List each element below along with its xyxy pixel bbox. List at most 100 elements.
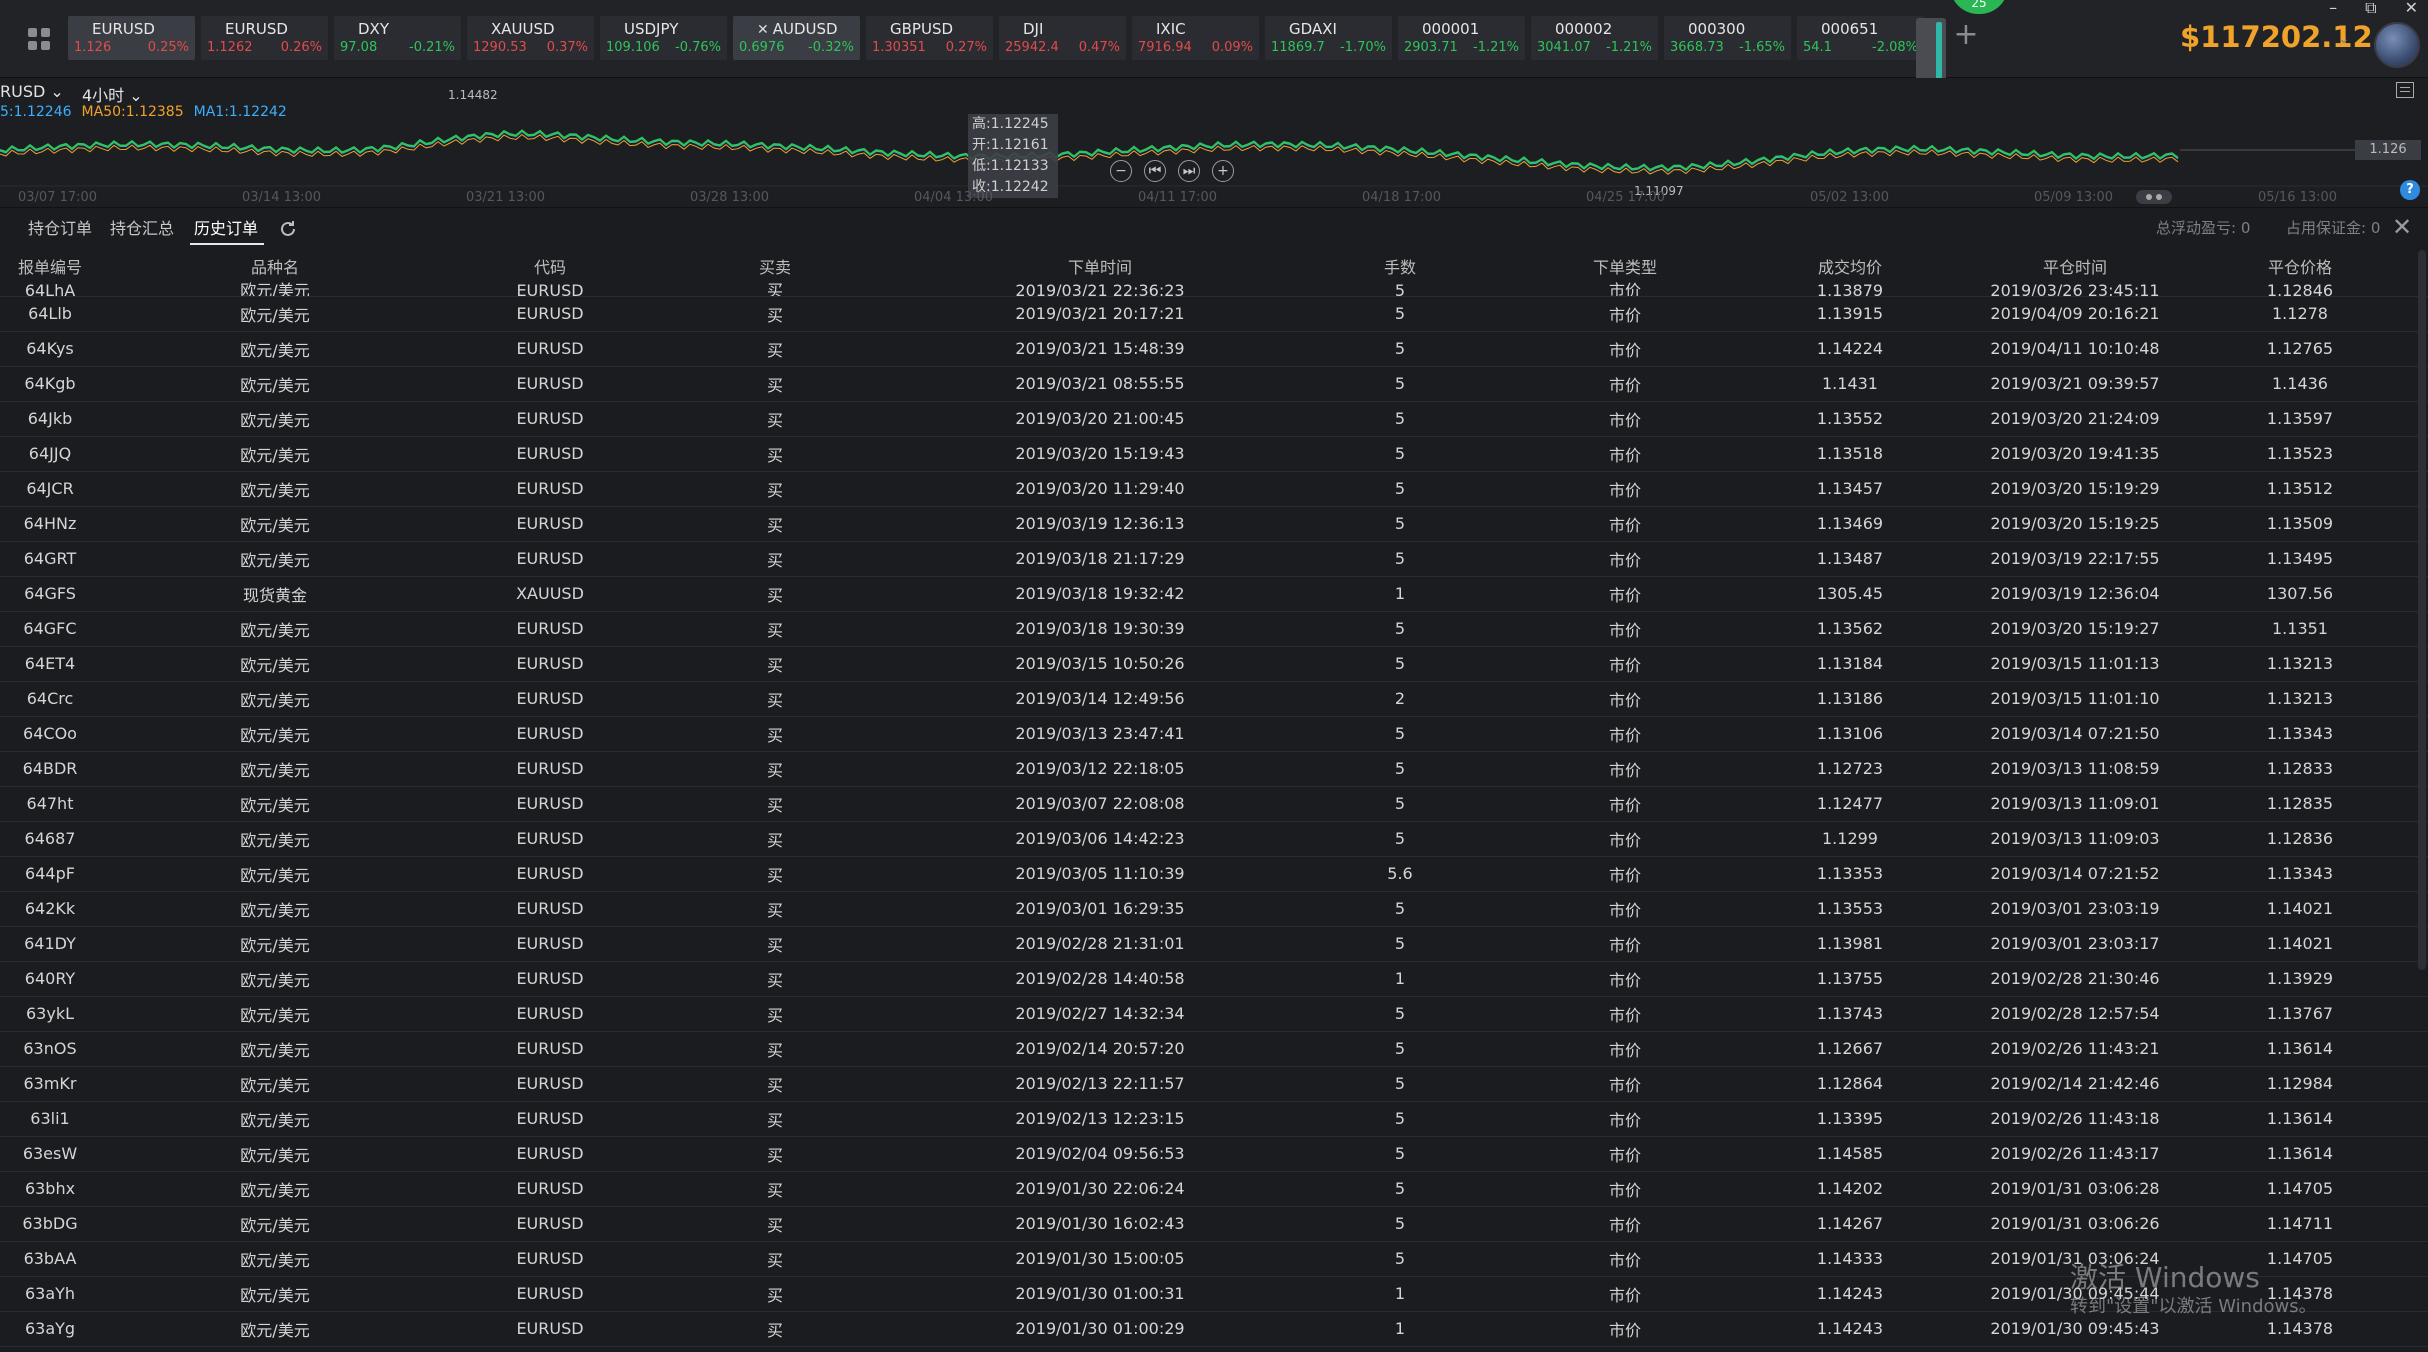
notification-badge[interactable]: 25 bbox=[1950, 0, 2008, 14]
cell-lots: 5 bbox=[1394, 899, 1406, 918]
table-row[interactable]: 644pF 欧元/美元 EURUSD 买 2019/03/05 11:10:39 5.6 市… bbox=[0, 856, 2428, 891]
table-row[interactable]: 64Crc 欧元/美元 EURUSD 买 2019/03/14 12:49:56 2 市价 1… bbox=[0, 681, 2428, 716]
minimize-icon[interactable]: – bbox=[2329, 0, 2337, 18]
table-row[interactable]: 647ht 欧元/美元 EURUSD 买 2019/03/07 22:08:08 5 市价 1… bbox=[0, 786, 2428, 821]
table-row[interactable]: 641DY 欧元/美元 EURUSD 买 2019/02/28 21:31:01 5 市价 1… bbox=[0, 926, 2428, 961]
chart-scroll-handle[interactable] bbox=[2136, 190, 2172, 204]
ticker-dji[interactable]: DJI 25942.4 0.47% bbox=[999, 16, 1126, 60]
chevron-down-icon[interactable]: ⌄ bbox=[2338, 31, 2350, 47]
table-row[interactable]: 63nOS 欧元/美元 EURUSD 买 2019/02/14 20:57:20 5 市价 1… bbox=[0, 1031, 2428, 1066]
ticker-xauusd[interactable]: XAUUSD 1290.53 0.37% bbox=[467, 16, 594, 60]
column-header[interactable]: 报单编号 bbox=[0, 250, 100, 282]
ticker-000001[interactable]: 000001 2903.71 -1.21% bbox=[1398, 16, 1525, 60]
ticker-gdaxi[interactable]: GDAXI 11869.7 -1.70% bbox=[1265, 16, 1392, 60]
table-row[interactable]: 642Kk 欧元/美元 EURUSD 买 2019/03/01 16:29:35 5 市价 1… bbox=[0, 891, 2428, 926]
table-row[interactable]: 63esW 欧元/美元 EURUSD 买 2019/02/04 09:56:53 5 市价 1… bbox=[0, 1136, 2428, 1171]
table-row[interactable]: 63aYg 欧元/美元 EURUSD 买 2019/01/30 01:00:29 1 市价 1… bbox=[0, 1311, 2428, 1346]
table-row[interactable]: 63aYh 欧元/美元 EURUSD 买 2019/01/30 01:00:31 1 市价 1… bbox=[0, 1276, 2428, 1311]
cell-open-time: 2019/03/20 15:19:43 bbox=[1015, 444, 1185, 463]
avatar[interactable] bbox=[2374, 22, 2420, 68]
price-chart[interactable]: RUSD ⌄ 4小时 ⌄ 5:1.12246 MA50:1.12385 MA1:1.… bbox=[0, 78, 2428, 208]
cell-order-type: 市价 bbox=[1608, 550, 1641, 570]
cell-instrument: 欧元/美元 bbox=[240, 935, 310, 955]
ticker-000002[interactable]: 000002 3041.07 -1.21% bbox=[1531, 16, 1658, 60]
column-header[interactable]: 代码 bbox=[450, 250, 650, 282]
table-row[interactable]: 63bhx 欧元/美元 EURUSD 买 2019/01/30 22:06:24 5 市价 1… bbox=[0, 1171, 2428, 1206]
table-row[interactable]: 64Kys 欧元/美元 EURUSD 买 2019/03/21 15:48:39 5 市价 1… bbox=[0, 331, 2428, 366]
ticker-scroll-handle[interactable] bbox=[1916, 18, 1946, 86]
cell-side: 买 bbox=[766, 1040, 783, 1060]
table-row[interactable]: 63li1 欧元/美元 EURUSD 买 2019/02/13 12:23:15 5 市价 1… bbox=[0, 1101, 2428, 1136]
table-row[interactable]: 64Kgb 欧元/美元 EURUSD 买 2019/03/21 08:55:55 5 市价 1… bbox=[0, 366, 2428, 401]
column-header[interactable]: 平仓价格 bbox=[2200, 250, 2400, 282]
cell-code: EURUSD bbox=[516, 759, 584, 778]
add-ticker-icon[interactable]: + bbox=[1950, 20, 1982, 52]
cell-close-time: 2019/03/20 19:41:35 bbox=[1990, 444, 2160, 463]
column-header[interactable]: 成交均价 bbox=[1750, 250, 1950, 282]
table-row[interactable]: 640RY 欧元/美元 EURUSD 买 2019/02/28 14:40:58 1 市价 1… bbox=[0, 961, 2428, 996]
table-row[interactable]: 64BDR 欧元/美元 EURUSD 买 2019/03/12 22:18:05 5 市价 1… bbox=[0, 751, 2428, 786]
chevron-down-icon: ⌄ bbox=[129, 86, 143, 105]
ticker-ixic[interactable]: IXIC 7916.94 0.09% bbox=[1132, 16, 1259, 60]
timeframe-select[interactable]: 4小时 ⌄ bbox=[82, 82, 143, 106]
close-ticker-icon[interactable]: ✕ bbox=[757, 22, 769, 38]
table-row[interactable]: 64JJQ 欧元/美元 EURUSD 买 2019/03/20 15:19:43 5 市价 1… bbox=[0, 436, 2428, 471]
cell-lots: 5 bbox=[1394, 282, 1406, 296]
ticker-eurusd[interactable]: EURUSD 1.126 0.25% bbox=[68, 16, 195, 60]
ticker-usdjpy[interactable]: USDJPY 109.106 -0.76% bbox=[600, 16, 727, 60]
ticker-000651[interactable]: 000651 54.1 -2.08% bbox=[1797, 16, 1924, 60]
table-row[interactable]: 64Jkb 欧元/美元 EURUSD 买 2019/03/20 21:00:45 5 市价 1… bbox=[0, 401, 2428, 436]
help-icon[interactable]: ? bbox=[2400, 180, 2420, 200]
step-forward-icon[interactable]: ⏭ bbox=[1178, 160, 1200, 182]
table-row[interactable]: 64HNz 欧元/美元 EURUSD 买 2019/03/19 12:36:13 5 市价 1… bbox=[0, 506, 2428, 541]
column-header[interactable]: 买卖 bbox=[650, 250, 900, 282]
table-row[interactable]: 64ET4 欧元/美元 EURUSD 买 2019/03/15 10:50:26 5 市价 1… bbox=[0, 646, 2428, 681]
table-row[interactable]: 64GRT 欧元/美元 EURUSD 买 2019/03/18 21:17:29 5 市价 1… bbox=[0, 541, 2428, 576]
column-header[interactable]: 下单时间 bbox=[900, 250, 1300, 282]
close-icon[interactable]: ✕ bbox=[2392, 213, 2412, 241]
ticker-audusd[interactable]: ✕ AUDUSD 0.6976 -0.32% bbox=[733, 16, 860, 60]
chart-symbol-select[interactable]: RUSD ⌄ bbox=[0, 82, 64, 101]
table-row[interactable]: 64GFS 现货黄金 XAUUSD 买 2019/03/18 19:32:42 1 市价 13… bbox=[0, 576, 2428, 611]
ticker-symbol: 000651 bbox=[1821, 20, 1879, 38]
chart-canvas[interactable] bbox=[0, 78, 2428, 208]
table-row[interactable]: 63ykL 欧元/美元 EURUSD 买 2019/02/27 14:32:34 5 市价 1… bbox=[0, 996, 2428, 1031]
tab-position-summary[interactable]: 持仓汇总 bbox=[110, 215, 174, 239]
table-row[interactable]: 64LhA 欧元/美元 EURUSD 买 2019/03/21 22:36:23 5 市价 1… bbox=[0, 282, 2428, 296]
tab-open-orders[interactable]: 持仓订单 bbox=[28, 215, 92, 239]
cell-avg-price: 1.13553 bbox=[1816, 899, 1884, 918]
refresh-icon[interactable] bbox=[278, 219, 298, 239]
ticker-bar: EURUSD 1.126 0.25% EURUSD 1.1262 0.26% DXY 97.0… bbox=[0, 0, 2428, 86]
table-scrollbar[interactable] bbox=[2418, 250, 2426, 970]
column-header[interactable]: 下单类型 bbox=[1500, 250, 1750, 282]
ticker-gbpusd[interactable]: GBPUSD 1.30351 0.27% bbox=[866, 16, 993, 60]
grid-menu-icon[interactable] bbox=[22, 22, 56, 56]
column-header[interactable]: 手数 bbox=[1300, 250, 1500, 282]
ticker-dxy[interactable]: DXY 97.08 -0.21% bbox=[334, 16, 461, 60]
tab-history-orders[interactable]: 历史订单 bbox=[194, 215, 258, 239]
ticker-000300[interactable]: 000300 3668.73 -1.65% bbox=[1664, 16, 1791, 60]
zoom-in-icon[interactable]: + bbox=[1212, 160, 1234, 182]
ticker-eurusd[interactable]: EURUSD 1.1262 0.26% bbox=[201, 16, 328, 60]
cell-side: 买 bbox=[766, 655, 783, 675]
column-header[interactable]: 平仓时间 bbox=[1950, 250, 2200, 282]
chart-menu-icon[interactable] bbox=[2396, 82, 2414, 98]
column-header[interactable]: 品种名 bbox=[100, 250, 450, 282]
table-row[interactable]: 63mKr 欧元/美元 EURUSD 买 2019/02/13 22:11:57 5 市价 1… bbox=[0, 1066, 2428, 1101]
table-row[interactable]: 64GFC 欧元/美元 EURUSD 买 2019/03/18 19:30:39 5 市价 1… bbox=[0, 611, 2428, 646]
cell-instrument: 欧元/美元 bbox=[240, 725, 310, 745]
cell-side: 买 bbox=[766, 760, 783, 780]
table-row[interactable]: 63bAA 欧元/美元 EURUSD 买 2019/01/30 15:00:05 5 市价 1… bbox=[0, 1241, 2428, 1276]
step-back-icon[interactable]: ⏮ bbox=[1144, 160, 1166, 182]
table-row[interactable]: 64COo 欧元/美元 EURUSD 买 2019/03/13 23:47:41 5 市价 1… bbox=[0, 716, 2428, 751]
cell-side: 买 bbox=[766, 1075, 783, 1095]
close-icon[interactable]: ✕ bbox=[2405, 0, 2418, 18]
restore-icon[interactable]: ⧉ bbox=[2365, 0, 2376, 18]
table-row[interactable]: 64687 欧元/美元 EURUSD 买 2019/03/06 14:42:23 5 市价 1… bbox=[0, 821, 2428, 856]
table-row[interactable]: 64Llb 欧元/美元 EURUSD 买 2019/03/21 20:17:21 5 市价 1… bbox=[0, 296, 2428, 331]
ticker-change: 0.09% bbox=[1211, 40, 1253, 55]
table-row[interactable]: 64JCR 欧元/美元 EURUSD 买 2019/03/20 11:29:40 5 市价 1… bbox=[0, 471, 2428, 506]
table-row[interactable]: 63bDG 欧元/美元 EURUSD 买 2019/01/30 16:02:43 5 市价 1… bbox=[0, 1206, 2428, 1241]
zoom-out-icon[interactable]: − bbox=[1110, 160, 1132, 182]
ticker-symbol: XAUUSD bbox=[491, 20, 555, 38]
